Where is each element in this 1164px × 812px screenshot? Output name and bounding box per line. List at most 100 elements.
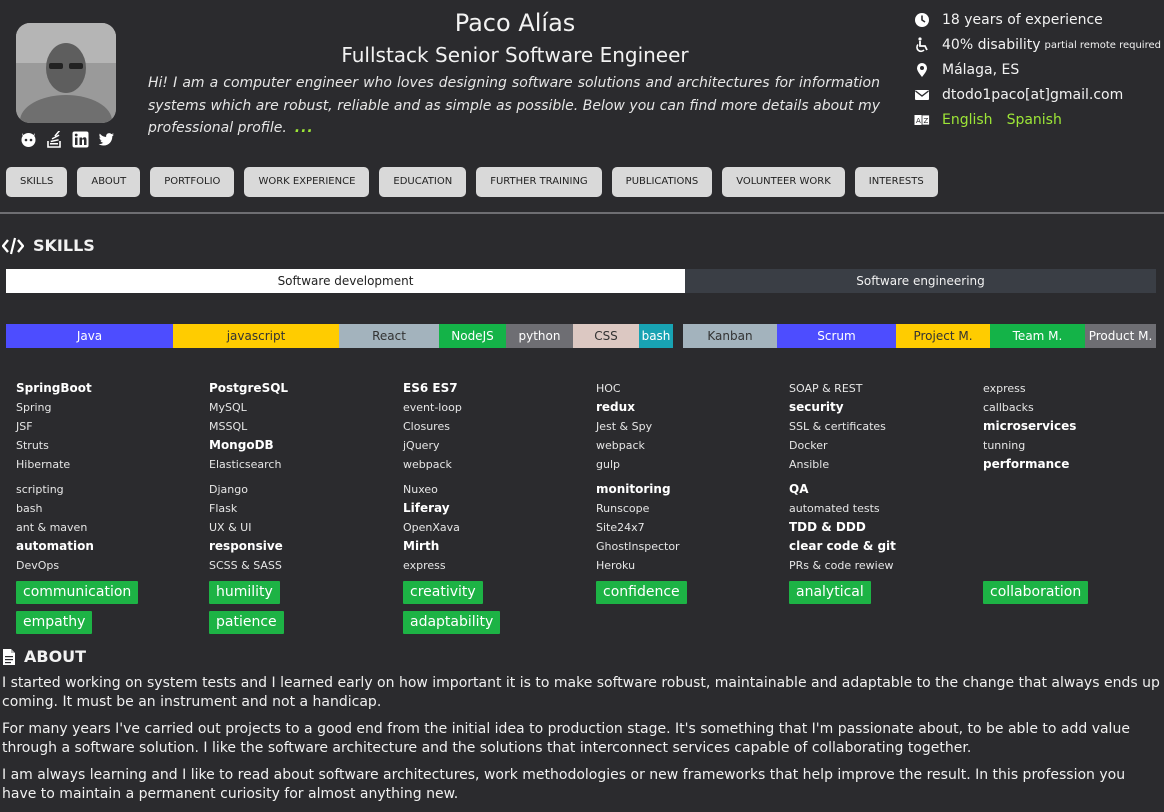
about-paragraph: I am always learning and I like to read … xyxy=(2,767,1126,802)
skill-item: UX & UI xyxy=(209,521,252,534)
skills-column-1: SpringBoot Spring JSF Struts Hibernate s… xyxy=(16,379,196,575)
wheelchair-icon xyxy=(916,37,928,53)
experience-row: 18 years of experience xyxy=(914,12,1103,28)
skill-item: microservices xyxy=(983,419,1077,433)
skill-item: Hibernate xyxy=(16,458,71,471)
map-pin-icon xyxy=(917,63,927,77)
profile-photo xyxy=(16,23,116,123)
email-text[interactable]: dtodo1paco[at]gmail.com xyxy=(942,87,1123,103)
avatar xyxy=(16,23,116,123)
skill-bar-react: React xyxy=(339,324,439,348)
skill-bar-java: Java xyxy=(6,324,173,348)
skill-item: GhostInspector xyxy=(596,540,680,553)
skill-item: SOAP & REST xyxy=(789,382,863,395)
document-icon xyxy=(3,648,15,665)
skill-item: webpack xyxy=(596,439,645,452)
github-icon[interactable] xyxy=(20,131,37,148)
skill-bar-bash: bash xyxy=(639,324,673,348)
about-paragraph: I started working on system tests and I … xyxy=(2,675,1160,710)
skill-item: event-loop xyxy=(403,401,462,414)
nav-volunteer-work-button[interactable]: VOLUNTEER WORK xyxy=(722,167,845,197)
language-row: AZ English Spanish xyxy=(914,112,1076,128)
skill-bar-team-management: Team M. xyxy=(990,324,1085,348)
soft-skill-badge: adaptability xyxy=(403,611,501,634)
disability-note: partial remote required xyxy=(1044,39,1161,51)
skill-item: Docker xyxy=(789,439,828,452)
skill-item: ant & maven xyxy=(16,521,88,534)
skill-item: SCSS & SASS xyxy=(209,559,282,572)
skill-item: SSL & certificates xyxy=(789,420,886,433)
about-body: I started working on system tests and I … xyxy=(2,674,1162,812)
nav-work-experience-button[interactable]: WORK EXPERIENCE xyxy=(244,167,370,197)
nav-portfolio-button[interactable]: PORTFOLIO xyxy=(150,167,235,197)
intro-text: Hi! I am a computer engineer who loves d… xyxy=(148,75,880,136)
skill-bar-product-management: Product M. xyxy=(1085,324,1156,348)
nav-skills-button[interactable]: SKILLS xyxy=(6,167,68,197)
skill-bar-project-management: Project M. xyxy=(896,324,990,348)
profile-role: Fullstack Senior Software Engineer xyxy=(341,43,689,67)
nav-about-button[interactable]: ABOUT xyxy=(77,167,141,197)
skill-item: ES6 ES7 xyxy=(403,381,458,395)
skill-item: QA xyxy=(789,482,809,496)
svg-text:Z: Z xyxy=(924,117,929,125)
profile-name: Paco Alías xyxy=(454,9,576,37)
skill-item: Django xyxy=(209,483,248,496)
skill-item: Runscope xyxy=(596,502,650,515)
skill-bar-kanban: Kanban xyxy=(683,324,777,348)
skills-title: SKILLS xyxy=(33,236,95,255)
skill-item: express xyxy=(983,382,1026,395)
skill-item: Site24x7 xyxy=(596,521,645,534)
skill-item: monitoring xyxy=(596,482,671,496)
nav-interests-button[interactable]: INTERESTS xyxy=(854,167,938,197)
language-spanish-link[interactable]: Spanish xyxy=(1007,112,1062,128)
skill-item: Elasticsearch xyxy=(209,458,282,471)
tab-software-development[interactable]: Software development xyxy=(6,269,685,293)
skills-heading: SKILLS xyxy=(2,236,95,255)
skill-item: Struts xyxy=(16,439,49,452)
language-english-link[interactable]: English xyxy=(942,112,993,128)
location-row: Málaga, ES xyxy=(914,62,1019,78)
skill-item: Jest & Spy xyxy=(596,420,653,433)
about-title: ABOUT xyxy=(24,647,87,666)
skill-item: responsive xyxy=(209,539,283,553)
section-nav: SKILLS ABOUT PORTFOLIO WORK EXPERIENCE E… xyxy=(6,167,938,197)
read-more-link[interactable]: ... xyxy=(295,120,314,136)
skill-item: express xyxy=(403,559,446,572)
nav-further-training-button[interactable]: FURTHER TRAINING xyxy=(476,167,602,197)
social-links xyxy=(20,131,115,148)
soft-skill-badge: analytical xyxy=(789,581,871,604)
about-heading: ABOUT xyxy=(2,647,86,666)
tab-software-engineering[interactable]: Software engineering xyxy=(685,269,1156,293)
soft-skill-badge: collaboration xyxy=(983,581,1089,604)
skill-bar-scrum: Scrum xyxy=(777,324,896,348)
skill-bar-nodejs: NodeJS xyxy=(439,324,506,348)
skills-column-4: HOC redux Jest & Spy webpack gulp monito… xyxy=(596,379,776,575)
skill-item: Spring xyxy=(16,401,52,414)
skills-column-3: ES6 ES7 event-loop Closures jQuery webpa… xyxy=(403,379,583,575)
soft-skill-badge: communication xyxy=(16,581,139,604)
skill-item: MongoDB xyxy=(209,438,274,452)
skill-item: scripting xyxy=(16,483,64,496)
skill-item: Mirth xyxy=(403,539,440,553)
skills-column-2: PostgreSQL MySQL MSSQL MongoDB Elasticse… xyxy=(209,379,389,575)
skill-item: Heroku xyxy=(596,559,636,572)
linkedin-icon[interactable] xyxy=(72,131,89,148)
skill-bar-javascript: javascript xyxy=(173,324,339,348)
skill-item: callbacks xyxy=(983,401,1034,414)
nav-publications-button[interactable]: PUBLICATIONS xyxy=(611,167,713,197)
skill-item: automation xyxy=(16,539,94,553)
skill-item: Ansible xyxy=(789,458,830,471)
profile-intro: Hi! I am a computer engineer who loves d… xyxy=(148,72,880,140)
email-row: dtodo1paco[at]gmail.com xyxy=(914,87,1123,103)
disability-text: 40% disability xyxy=(942,37,1041,53)
translate-icon: AZ xyxy=(914,114,930,126)
twitter-icon[interactable] xyxy=(98,131,115,148)
skill-item: tunning xyxy=(983,439,1026,452)
stackoverflow-icon[interactable] xyxy=(46,131,63,148)
soft-skill-badge: empathy xyxy=(16,611,93,634)
nav-education-button[interactable]: EDUCATION xyxy=(379,167,467,197)
skills-column-5: SOAP & REST security SSL & certificates … xyxy=(789,379,969,575)
location-text: Málaga, ES xyxy=(942,62,1020,78)
skills-column-6: express callbacks microservices tunning … xyxy=(983,379,1163,474)
skill-item: clear code & git xyxy=(789,539,896,553)
